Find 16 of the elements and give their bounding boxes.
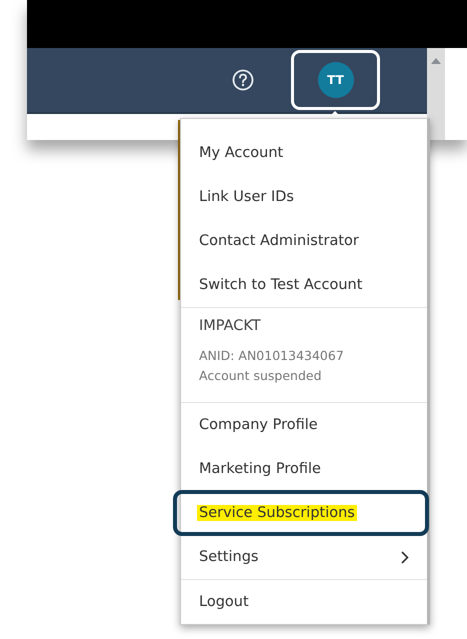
menu-item[interactable]: Contact Administrator [199, 233, 359, 249]
menu-item[interactable]: Service Subscriptions [199, 505, 357, 521]
menu-item[interactable]: Switch to Test Account [199, 277, 362, 293]
menu-item[interactable]: Logout [199, 594, 249, 610]
menu-item[interactable]: Company Profile [199, 417, 318, 433]
account-status: Account suspended [199, 367, 322, 385]
company-name: IMPACKT [199, 318, 262, 334]
help-icon[interactable] [232, 69, 254, 91]
scroll-up-arrow-icon[interactable] [431, 58, 441, 64]
menu-item[interactable]: Settings [199, 549, 258, 565]
menu-item[interactable]: Marketing Profile [199, 461, 321, 477]
menu-item[interactable]: My Account [199, 145, 284, 161]
scrollbar[interactable] [427, 48, 445, 114]
account-id: ANID: AN01013434067 [199, 347, 345, 365]
user-avatar[interactable]: TT [318, 62, 354, 98]
menu-item[interactable]: Link User IDs [199, 189, 294, 205]
